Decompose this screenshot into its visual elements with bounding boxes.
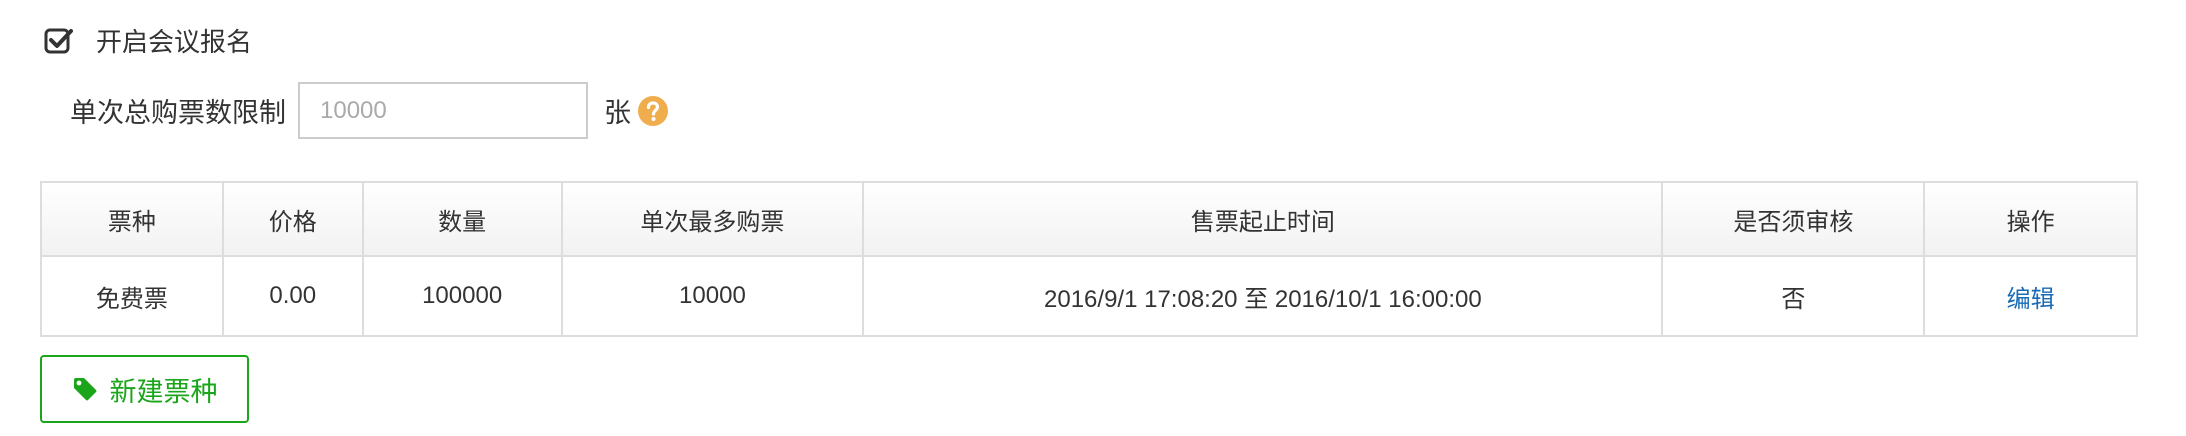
column-header: 售票起止时间 [862,181,1664,257]
column-header: 价格 [221,181,364,257]
purchase-limit-label: 单次总购票数限制 [70,98,286,128]
needs-review-cell: 否 [1661,255,1926,337]
question-circle-icon[interactable] [637,95,669,127]
action-cell: 编辑 [1923,255,2138,337]
edit-link[interactable]: 编辑 [2007,286,2055,313]
tag-icon [73,378,96,401]
price-cell: 0.00 [221,255,364,337]
ticket-types-table: 票种 价格 数量 单次最多购票 售票起止时间 是否须审核 操作 免费票 0.00… [40,181,2138,337]
column-header: 数量 [361,181,563,257]
column-header: 单次最多购票 [560,181,865,257]
enable-signup-label[interactable]: 开启会议报名 [96,22,252,59]
column-header: 是否须审核 [1661,181,1926,257]
purchase-limit-unit: 张 [604,98,631,128]
quantity-cell: 100000 [361,255,563,337]
enable-signup-row[interactable]: 开启会议报名 [44,22,252,59]
table-header-row: 票种 价格 数量 单次最多购票 售票起止时间 是否须审核 操作 [40,181,2138,257]
new-ticket-type-button[interactable]: 新建票种 [40,355,249,423]
max-per-order-cell: 10000 [560,255,865,337]
ticket-type-cell: 免费票 [40,255,224,337]
column-header: 票种 [40,181,224,257]
purchase-limit-input[interactable] [298,82,588,139]
new-ticket-type-label: 新建票种 [109,376,218,407]
checkbox-checked-icon[interactable] [44,26,74,56]
sale-period-cell: 2016/9/1 17:08:20 至 2016/10/1 16:00:00 [862,255,1664,337]
purchase-limit-row: 单次总购票数限制 张 [70,82,669,139]
table-row: 免费票 0.00 100000 10000 2016/9/1 17:08:20 … [40,255,2138,337]
column-header: 操作 [1923,181,2138,257]
